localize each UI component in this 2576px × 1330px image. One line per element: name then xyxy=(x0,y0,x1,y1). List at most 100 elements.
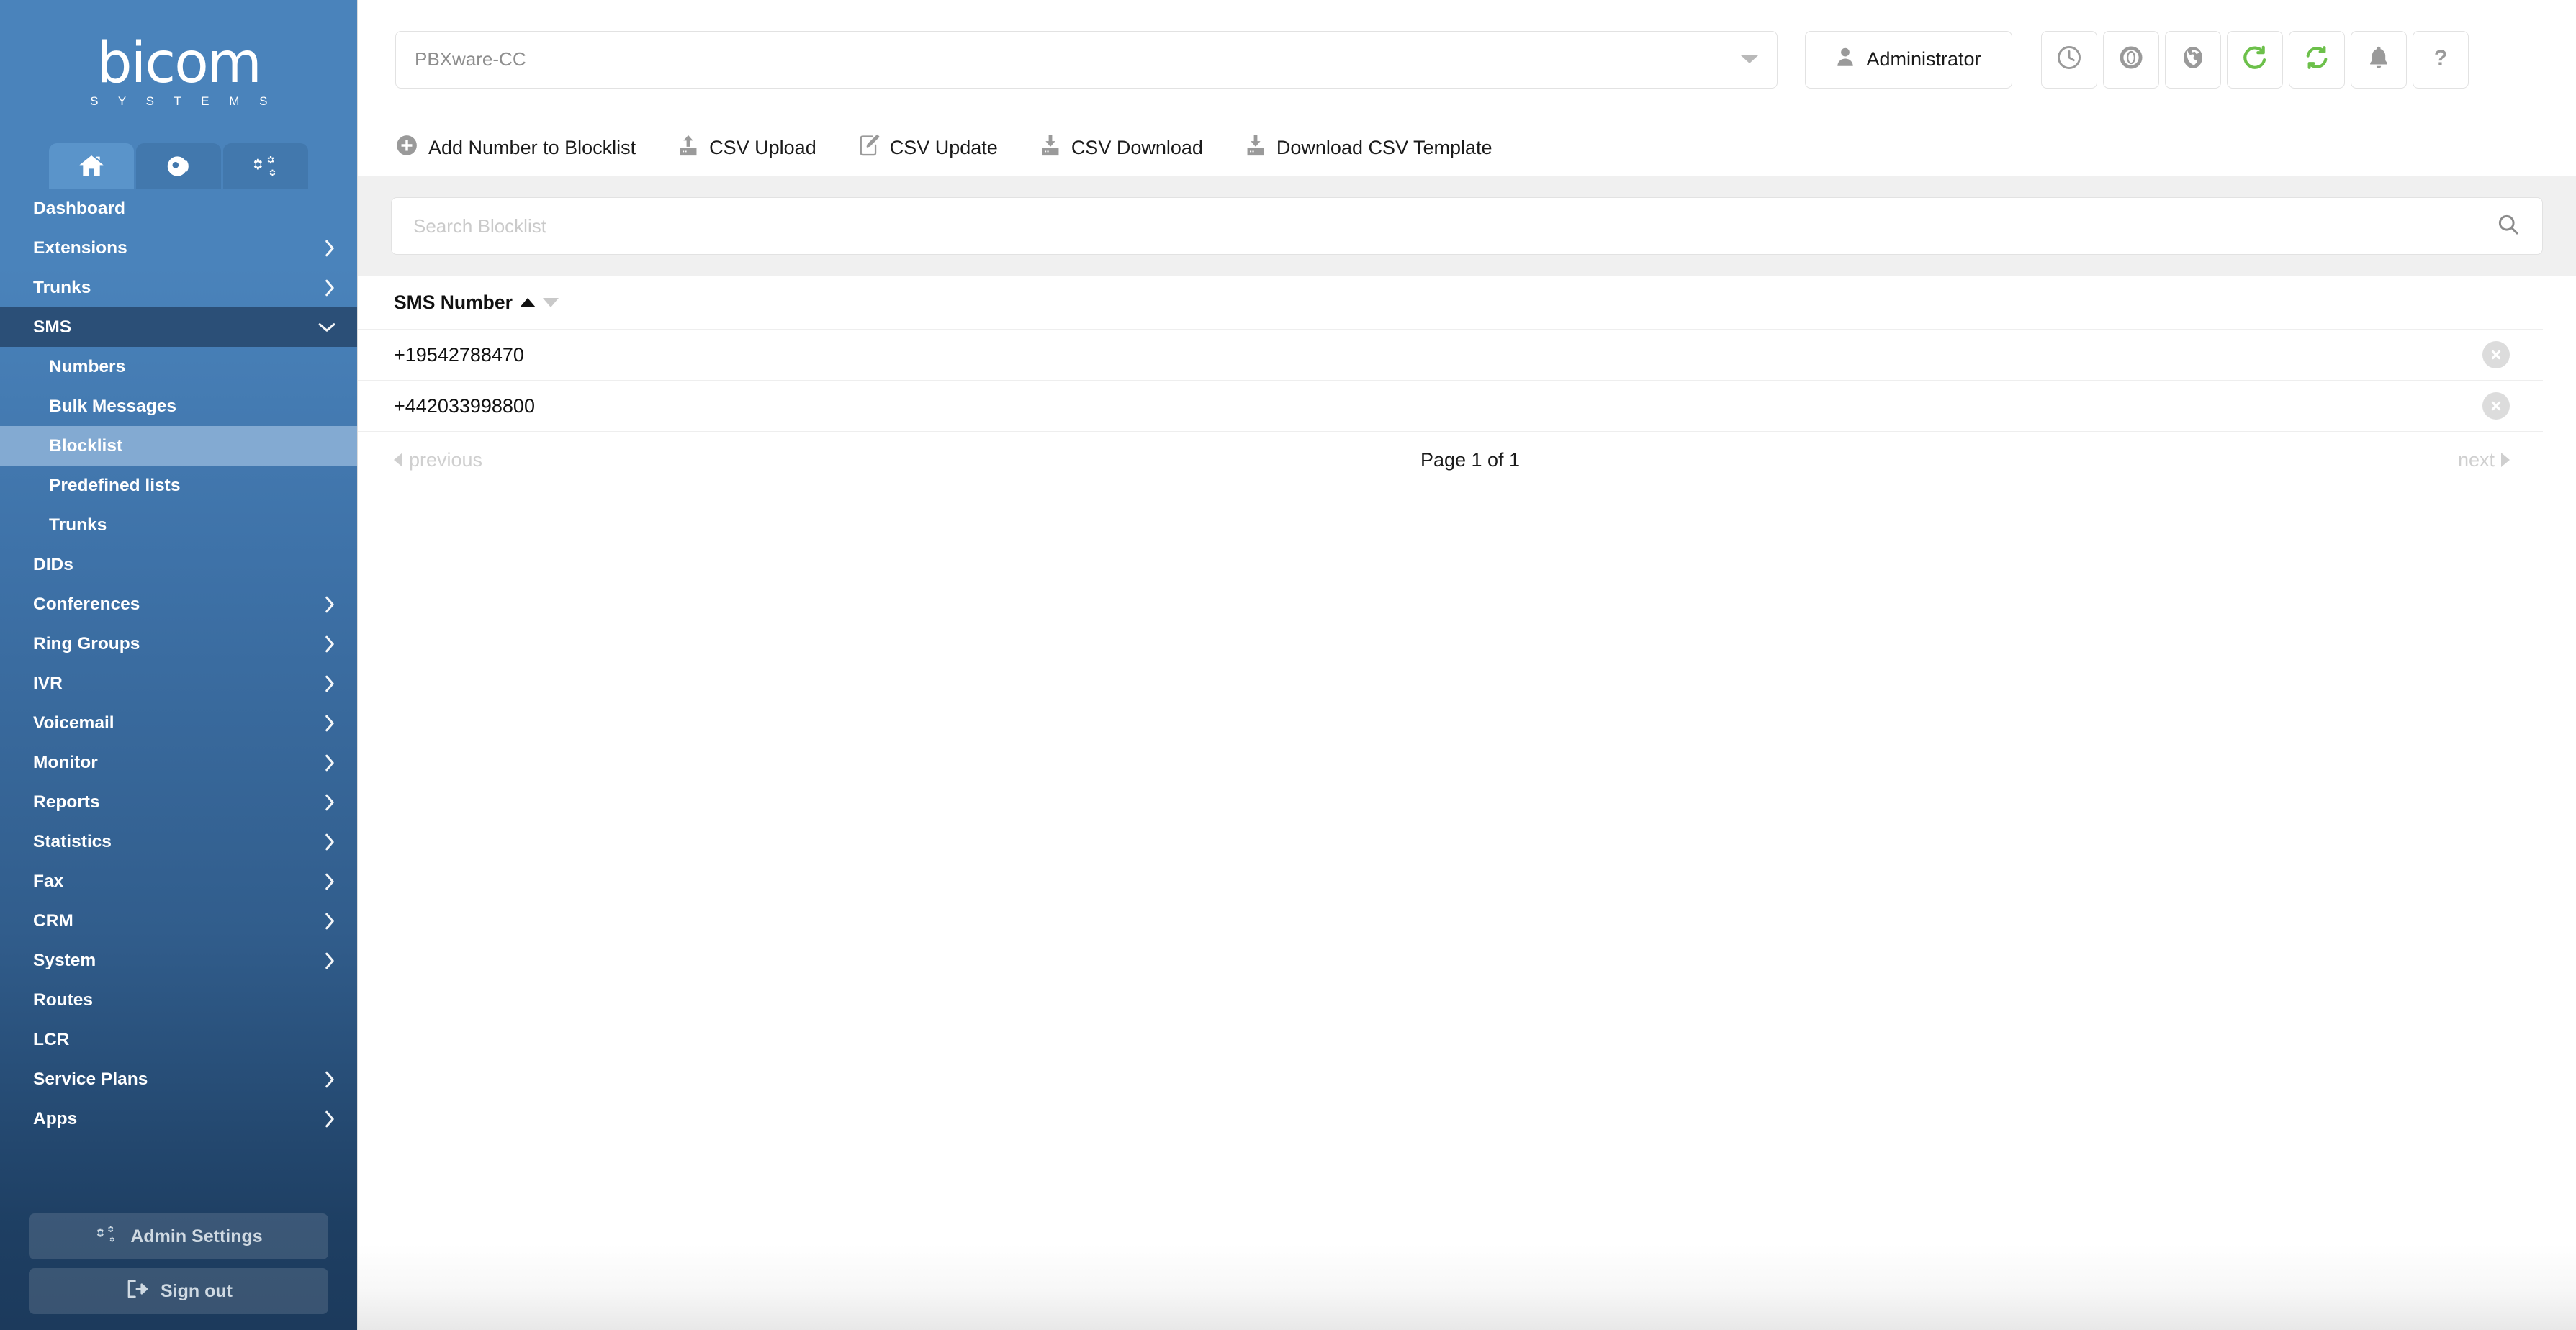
notifications-button[interactable] xyxy=(2351,30,2407,89)
sidebar-item-crm[interactable]: CRM xyxy=(0,901,357,941)
table-row[interactable]: +19542788470 xyxy=(358,330,2543,381)
sidebar-item-dids[interactable]: DIDs xyxy=(0,545,357,584)
sidebar-item-label: Routes xyxy=(33,990,94,1010)
pagination: previous Page 1 of 1 next xyxy=(358,432,2543,488)
sync-icon xyxy=(2303,44,2330,75)
sidebar-item-dashboard[interactable]: Dashboard xyxy=(0,189,357,228)
support-button[interactable] xyxy=(2103,30,2159,89)
sidebar-item-label: CRM xyxy=(33,910,73,931)
sidebar-item-blocklist[interactable]: Blocklist xyxy=(0,426,357,466)
add-number-to-blocklist-button[interactable]: Add Number to Blocklist xyxy=(395,134,636,162)
sidebar-item-ring-groups[interactable]: Ring Groups xyxy=(0,624,357,664)
sort-ascending-icon[interactable] xyxy=(519,298,536,307)
globe-icon xyxy=(2179,44,2207,75)
column-label: SMS Number xyxy=(394,291,513,313)
column-header-sms-number[interactable]: SMS Number xyxy=(394,291,559,314)
sidebar-item-label: Trunks xyxy=(33,277,91,297)
sidebar-item-label: Predefined lists xyxy=(49,475,181,495)
action-toolbar: Add Number to Blocklist CSV Upload CSV U… xyxy=(358,119,2576,176)
settings-tab[interactable] xyxy=(223,143,308,189)
csv-download-button[interactable]: CSV Download xyxy=(1040,134,1203,162)
sidebar-footer: Admin Settings Sign out xyxy=(0,1205,357,1330)
sidebar-item-system[interactable]: System xyxy=(0,941,357,980)
sidebar-item-numbers[interactable]: Numbers xyxy=(0,347,357,386)
sidebar-item-extensions[interactable]: Extensions xyxy=(0,228,357,268)
sidebar-tab-group xyxy=(0,137,357,189)
help-button[interactable]: ? xyxy=(2413,30,2469,89)
sidebar-item-reports[interactable]: Reports xyxy=(0,782,357,822)
toolbar-label: CSV Update xyxy=(889,136,998,158)
headset-icon xyxy=(164,152,193,181)
brand-name: bicom xyxy=(96,30,262,96)
sidebar-item-label: Bulk Messages xyxy=(49,396,177,416)
clock-button[interactable] xyxy=(2041,30,2097,89)
sidebar-item-label: Monitor xyxy=(33,752,98,772)
sidebar-item-label: Extensions xyxy=(33,238,127,258)
content-filler xyxy=(358,488,2576,1244)
toolbar-label: Download CSV Template xyxy=(1276,136,1492,158)
csv-update-button[interactable]: CSV Update xyxy=(858,134,998,162)
sidebar-item-trunks[interactable]: Trunks xyxy=(0,268,357,307)
sidebar-item-monitor[interactable]: Monitor xyxy=(0,743,357,782)
home-tab[interactable] xyxy=(49,143,134,189)
sidebar-item-apps[interactable]: Apps xyxy=(0,1099,357,1139)
previous-page-button[interactable]: previous xyxy=(394,449,482,471)
delete-row-icon[interactable] xyxy=(2482,341,2510,368)
reload-button[interactable] xyxy=(2227,30,2283,89)
sidebar-item-label: Voicemail xyxy=(33,712,114,733)
chevron-down-icon xyxy=(1741,55,1758,63)
table-row[interactable]: +442033998800 xyxy=(358,381,2543,432)
administrator-button[interactable]: Administrator xyxy=(1805,30,2012,89)
plus-circle-icon xyxy=(395,134,418,162)
sidebar-item-sms-trunks[interactable]: Trunks xyxy=(0,505,357,545)
csv-upload-button[interactable]: CSV Upload xyxy=(677,134,816,162)
sidebar-item-sms[interactable]: SMS xyxy=(0,307,357,347)
sidebar-item-fax[interactable]: Fax xyxy=(0,861,357,901)
sidebar-item-bulk-messages[interactable]: Bulk Messages xyxy=(0,386,357,426)
page-indicator: Page 1 of 1 xyxy=(1420,448,1521,471)
cell-sms-number: +442033998800 xyxy=(394,394,535,417)
cell-sms-number: +19542788470 xyxy=(394,343,524,366)
download-icon xyxy=(1040,134,1061,162)
sign-out-icon xyxy=(125,1278,149,1305)
sidebar-item-ivr[interactable]: IVR xyxy=(0,664,357,703)
download-csv-template-button[interactable]: Download CSV Template xyxy=(1245,134,1492,162)
life-ring-icon xyxy=(2117,44,2145,75)
sign-out-button[interactable]: Sign out xyxy=(29,1268,328,1314)
delete-row-icon[interactable] xyxy=(2482,392,2510,420)
sidebar: bicom S Y S T E M S Dashboard Extensions… xyxy=(0,0,357,1330)
sign-out-label: Sign out xyxy=(161,1280,233,1301)
sidebar-item-voicemail[interactable]: Voicemail xyxy=(0,703,357,743)
toolbar-label: CSV Download xyxy=(1071,136,1203,158)
sidebar-item-predefined-lists[interactable]: Predefined lists xyxy=(0,466,357,505)
next-page-button[interactable]: next xyxy=(2458,449,2510,471)
sync-button[interactable] xyxy=(2289,30,2345,89)
sidebar-item-routes[interactable]: Routes xyxy=(0,980,357,1020)
sidebar-item-lcr[interactable]: LCR xyxy=(0,1020,357,1059)
server-select[interactable]: PBXware-CC xyxy=(395,30,1778,89)
search-box[interactable] xyxy=(391,197,2543,255)
search-panel xyxy=(358,176,2576,276)
sort-descending-icon[interactable] xyxy=(542,298,559,307)
next-label: next xyxy=(2457,448,2495,471)
admin-settings-button[interactable]: Admin Settings xyxy=(29,1213,328,1259)
gears-icon xyxy=(251,153,281,180)
toolbar-label: Add Number to Blocklist xyxy=(428,136,636,158)
chevron-right-icon xyxy=(323,872,337,892)
sidebar-item-label: Conferences xyxy=(33,594,140,614)
download-icon xyxy=(1245,134,1266,162)
administrator-label: Administrator xyxy=(1866,48,1981,70)
sidebar-item-label: Apps xyxy=(33,1108,78,1128)
sidebar-item-label: IVR xyxy=(33,673,63,693)
sidebar-item-statistics[interactable]: Statistics xyxy=(0,822,357,861)
sidebar-item-label: Service Plans xyxy=(33,1069,148,1089)
app-root: bicom S Y S T E M S Dashboard Extensions… xyxy=(0,0,2576,1330)
contact-center-tab[interactable] xyxy=(136,143,221,189)
sidebar-item-service-plans[interactable]: Service Plans xyxy=(0,1059,357,1099)
sidebar-item-label: Blocklist xyxy=(49,435,123,456)
search-input[interactable] xyxy=(413,214,2496,238)
sidebar-item-conferences[interactable]: Conferences xyxy=(0,584,357,624)
clock-icon xyxy=(2055,44,2083,75)
search-icon[interactable] xyxy=(2496,212,2521,240)
language-button[interactable] xyxy=(2165,30,2221,89)
